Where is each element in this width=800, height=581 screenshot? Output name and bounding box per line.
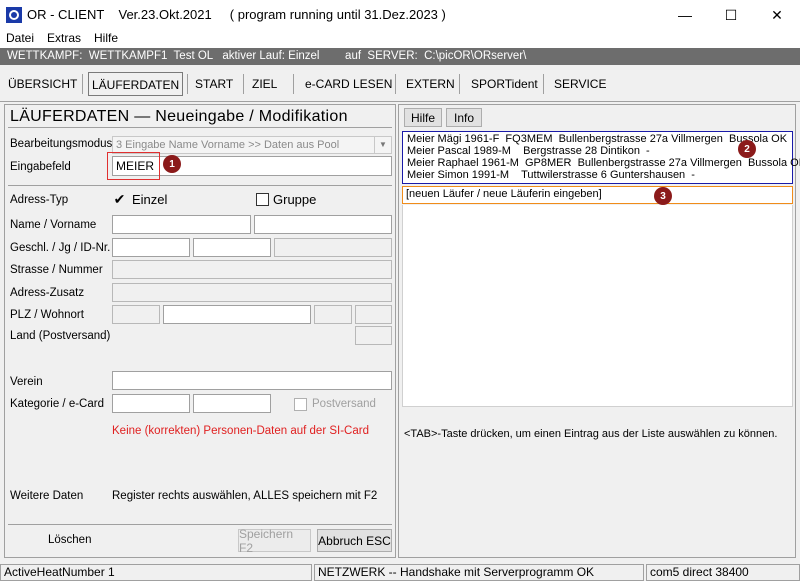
tab-uebersicht[interactable]: ÜBERSICHT <box>8 72 77 96</box>
wohnort-extra-field <box>314 305 352 324</box>
strasse-field <box>112 260 392 279</box>
tab-hint-text: <TAB>-Taste drücken, um einen Eintrag au… <box>404 428 778 440</box>
list-item[interactable]: Meier Mägi 1961-F FQ3MEM Bullenbergstras… <box>407 133 787 145</box>
verein-label: Verein <box>10 376 43 388</box>
chevron-down-icon[interactable]: ▼ <box>374 137 391 153</box>
warning-text: Keine (korrekten) Personen-Daten auf der… <box>112 425 369 437</box>
menu-extras[interactable]: Extras <box>47 31 81 45</box>
tab-start[interactable]: START <box>195 72 233 96</box>
land-field <box>355 326 392 345</box>
list-item[interactable]: Meier Pascal 1989-M Bergstrasse 28 Dinti… <box>407 145 650 157</box>
badge-3: 3 <box>654 187 672 205</box>
eingabefeld-label: Eingabefeld <box>10 161 71 173</box>
divider <box>8 185 392 186</box>
adress-typ-label: Adress-Typ <box>10 194 69 206</box>
wohnort-input[interactable] <box>163 305 311 324</box>
land-label: Land (Postversand) <box>10 330 111 342</box>
hilfe-button[interactable]: Hilfe <box>404 108 442 127</box>
adresszusatz-label: Adress-Zusatz <box>10 287 85 299</box>
competition-info-bar: WETTKAMPF: WETTKAMPF1 Test OL aktiver La… <box>0 48 800 65</box>
tab-extern[interactable]: EXTERN <box>406 72 455 96</box>
id-nr-field <box>274 238 392 257</box>
list-item[interactable]: Meier Raphael 1961-M GP8MER Bullenbergst… <box>407 157 800 169</box>
ecard-input[interactable] <box>193 394 271 413</box>
divider <box>8 127 392 128</box>
gruppe-label: Gruppe <box>273 192 317 207</box>
maximize-button[interactable]: ☐ <box>708 0 754 30</box>
divider <box>8 524 392 525</box>
land-code-field <box>355 305 392 324</box>
postversand-checkbox[interactable] <box>294 398 307 411</box>
menu-hilfe[interactable]: Hilfe <box>94 31 118 45</box>
tab-ecard-lesen[interactable]: e-CARD LESEN <box>305 72 392 96</box>
list-item[interactable]: Meier Simon 1991-M Tuttwilerstrasse 6 Gu… <box>407 169 695 181</box>
geschl-label: Geschl. / Jg / ID-Nr. <box>10 242 111 254</box>
tab-laeuferdaten[interactable]: LÄUFERDATEN <box>88 72 184 96</box>
loeschen-button[interactable]: Löschen <box>48 534 91 546</box>
menu-bar <box>0 30 800 48</box>
tab-separator <box>187 74 188 94</box>
einzel-label: Einzel <box>132 192 168 207</box>
abbruch-button[interactable]: Abbruch ESC <box>317 529 392 552</box>
plz-label: PLZ / Wohnort <box>10 309 84 321</box>
postversand-label: Postversand <box>312 398 376 410</box>
badge-1: 1 <box>163 155 181 173</box>
tab-separator <box>293 74 294 94</box>
tab-separator <box>459 74 460 94</box>
weitere-daten-text: Register rechts auswählen, ALLES speiche… <box>112 490 378 502</box>
info-button[interactable]: Info <box>446 108 482 127</box>
vorname-input[interactable] <box>254 215 392 234</box>
tab-separator <box>82 74 83 94</box>
status-network: NETZWERK -- Handshake mit Serverprogramm… <box>314 564 644 581</box>
bearbeitungsmodus-label: Bearbeitungsmodus <box>10 138 113 150</box>
status-heat: ActiveHeatNumber 1 <box>0 564 312 581</box>
tab-separator <box>395 74 396 94</box>
strasse-label: Strasse / Nummer <box>10 264 103 276</box>
adresszusatz-field <box>112 283 392 302</box>
gruppe-checkbox[interactable] <box>256 193 269 206</box>
search-results-list[interactable]: Meier Mägi 1961-F FQ3MEM Bullenbergstras… <box>402 131 800 184</box>
name-input[interactable] <box>112 215 251 234</box>
tab-separator <box>543 74 544 94</box>
tab-ziel[interactable]: ZIEL <box>252 72 277 96</box>
badge-2: 2 <box>738 140 756 158</box>
highlight-box <box>107 152 160 180</box>
tab-sportident[interactable]: SPORTident <box>471 72 538 96</box>
menu-datei[interactable]: Datei <box>6 31 34 45</box>
plz-field <box>112 305 160 324</box>
bearbeitungsmodus-value: 3 Eingabe Name Vorname >> Daten aus Pool <box>116 139 340 151</box>
speichern-button[interactable]: Speichern F2 <box>238 527 311 555</box>
status-port: com5 direct 38400 <box>646 564 800 581</box>
app-logo-icon <box>6 7 22 23</box>
tab-separator <box>243 74 244 94</box>
jahrgang-input[interactable] <box>193 238 271 257</box>
minimize-button[interactable]: — <box>662 0 708 30</box>
close-button[interactable]: ✕ <box>754 0 800 30</box>
new-runner-entry[interactable]: [neuen Läufer / neue Läuferin eingeben] <box>402 186 793 204</box>
geschlecht-input[interactable] <box>112 238 190 257</box>
kategorie-input[interactable] <box>112 394 190 413</box>
results-area <box>402 205 793 407</box>
name-label: Name / Vorname <box>10 219 97 231</box>
weitere-daten-label: Weitere Daten <box>10 490 84 502</box>
verein-input[interactable] <box>112 371 392 390</box>
window-title: OR - CLIENT Ver.23.Okt.2021 ( program ru… <box>27 7 446 22</box>
kategorie-label: Kategorie / e-Card <box>10 398 104 410</box>
tab-service[interactable]: SERVICE <box>554 72 606 96</box>
page-title: LÄUFERDATEN — Neueingabe / Modifikation <box>10 108 348 125</box>
einzel-checkbox[interactable]: ✔ <box>113 191 126 207</box>
